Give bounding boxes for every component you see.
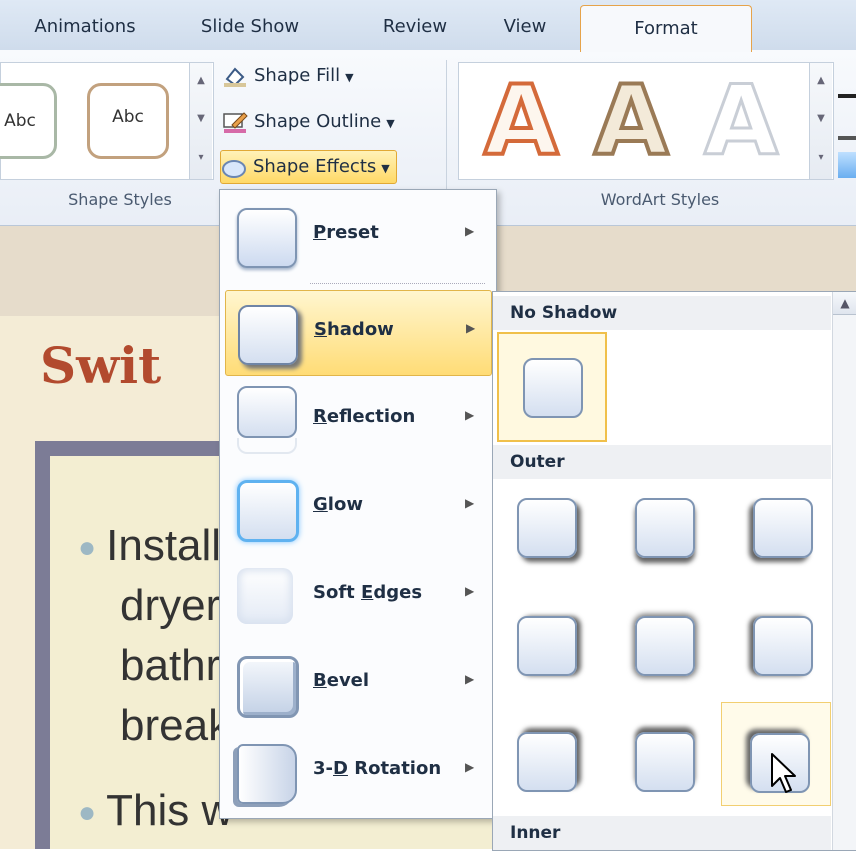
text-effects-icon[interactable] bbox=[838, 152, 856, 178]
ribbon-tab-bar: Animations Slide Show Review View Format bbox=[0, 0, 856, 52]
shape-style-tile-2[interactable]: Abc bbox=[87, 83, 169, 159]
shape-effects-button[interactable]: Shape Effects ▼ bbox=[220, 150, 397, 184]
shadow-preview-icon bbox=[635, 616, 695, 676]
menu-label: 3-D Rotation bbox=[313, 758, 442, 779]
menu-label: Shadow bbox=[314, 319, 394, 340]
3d-rotation-thumb-icon bbox=[237, 744, 297, 804]
shadow-option-outer-1[interactable] bbox=[497, 482, 603, 588]
soft-edges-thumb-icon bbox=[237, 568, 293, 624]
menu-label: Bevel bbox=[313, 670, 370, 691]
menu-label: Soft Edges bbox=[313, 582, 423, 603]
shadow-preview-icon bbox=[753, 498, 813, 558]
shadow-preview-icon bbox=[517, 616, 577, 676]
shadow-option-outer-7[interactable] bbox=[497, 702, 603, 808]
submenu-arrow-icon: ▶ bbox=[465, 760, 475, 774]
scroll-down-icon[interactable]: ▼ bbox=[810, 101, 832, 139]
text-outline-icon[interactable] bbox=[838, 110, 856, 140]
dropdown-arrow-icon: ▼ bbox=[381, 162, 390, 175]
wordart-style-2[interactable]: A bbox=[592, 71, 670, 171]
shape-styles-scroll[interactable]: ▲ ▼ ▾ bbox=[189, 63, 212, 179]
menu-label: Glow bbox=[313, 494, 363, 515]
menu-label: Preset bbox=[313, 222, 379, 243]
reflection-thumb-icon bbox=[237, 386, 297, 438]
menu-item-soft-edges[interactable]: Soft Edges ▶ bbox=[225, 554, 490, 638]
shadow-option-outer-3[interactable] bbox=[725, 482, 831, 588]
submenu-arrow-icon: ▶ bbox=[465, 224, 475, 238]
more-icon[interactable]: ▾ bbox=[190, 140, 212, 178]
shape-style-tile-1[interactable]: Abc bbox=[0, 83, 57, 159]
menu-item-bevel[interactable]: Bevel ▶ bbox=[225, 642, 490, 726]
slide-title[interactable]: Swit bbox=[40, 336, 161, 395]
shadow-preview-icon bbox=[635, 498, 695, 558]
shadow-option-none[interactable] bbox=[497, 332, 607, 442]
menu-item-reflection[interactable]: Reflection ▶ bbox=[225, 378, 490, 462]
shape-fill-button[interactable]: Shape Fill ▼ bbox=[222, 60, 354, 92]
shape-effects-icon bbox=[221, 156, 247, 178]
shadow-gallery-scrollbar[interactable]: ▲ bbox=[832, 292, 856, 850]
wordart-styles-group-label: WordArt Styles bbox=[600, 190, 720, 209]
section-no-shadow: No Shadow bbox=[493, 296, 831, 330]
section-outer: Outer bbox=[493, 445, 831, 479]
bullet-dot-icon: ● bbox=[78, 796, 97, 830]
tab-slide-show[interactable]: Slide Show bbox=[190, 8, 310, 46]
tab-animations[interactable]: Animations bbox=[20, 8, 150, 46]
section-inner: Inner bbox=[493, 816, 831, 850]
dropdown-arrow-icon: ▼ bbox=[345, 71, 354, 84]
tab-format[interactable]: Format bbox=[580, 5, 752, 52]
scroll-up-icon[interactable]: ▲ bbox=[833, 292, 856, 315]
tab-review[interactable]: Review bbox=[365, 8, 465, 46]
shadow-preview-icon bbox=[635, 732, 695, 792]
shadow-preview-icon bbox=[517, 498, 577, 558]
menu-item-glow[interactable]: Glow ▶ bbox=[225, 466, 490, 550]
bullet-dot-icon: ● bbox=[78, 531, 97, 565]
wordart-scroll[interactable]: ▲ ▼ ▾ bbox=[809, 63, 832, 179]
shadow-gallery: No Shadow Outer Inner ▲ bbox=[492, 291, 856, 851]
bullet-1: ● Install bbox=[78, 521, 222, 570]
mouse-pointer-icon bbox=[771, 753, 796, 793]
submenu-arrow-icon: ▶ bbox=[465, 584, 475, 598]
submenu-arrow-icon: ▶ bbox=[465, 672, 475, 686]
menu-item-shadow[interactable]: Shadow ▶ bbox=[225, 290, 492, 376]
shadow-option-outer-4[interactable] bbox=[497, 592, 603, 698]
reflection-mirror bbox=[237, 438, 297, 454]
shadow-option-outer-2[interactable] bbox=[611, 482, 717, 588]
wordart-styles-gallery: A A A ▲ ▼ ▾ bbox=[458, 62, 834, 180]
shape-effects-menu: Preset ▶ Shadow ▶ Reflection ▶ Glow ▶ So… bbox=[219, 189, 497, 819]
scroll-up-icon[interactable]: ▲ bbox=[810, 63, 832, 101]
shadow-option-outer-5[interactable] bbox=[611, 592, 717, 698]
bevel-thumb-icon bbox=[237, 656, 299, 718]
shadow-preview-icon bbox=[753, 616, 813, 676]
shape-styles-gallery: Abc Abc ▲ ▼ ▾ bbox=[0, 62, 214, 180]
shadow-preview-icon bbox=[517, 732, 577, 792]
submenu-arrow-icon: ▶ bbox=[466, 321, 476, 335]
glow-thumb-icon bbox=[237, 480, 299, 542]
menu-item-3d-rotation[interactable]: 3-D Rotation ▶ bbox=[225, 730, 490, 814]
shadow-preview-icon bbox=[523, 358, 583, 418]
shape-outline-button[interactable]: Shape Outline ▼ bbox=[222, 106, 395, 138]
shape-styles-group-label: Shape Styles bbox=[68, 190, 172, 209]
dropdown-arrow-icon: ▼ bbox=[386, 117, 395, 130]
preset-thumb-icon bbox=[237, 208, 297, 268]
text-fill-icon[interactable] bbox=[838, 68, 856, 98]
wordart-style-3[interactable]: A bbox=[702, 72, 779, 171]
bullet-1-line-4: break bbox=[120, 701, 231, 750]
shadow-thumb-icon bbox=[238, 305, 298, 365]
submenu-arrow-icon: ▶ bbox=[465, 408, 475, 422]
scroll-down-icon[interactable]: ▼ bbox=[190, 101, 212, 139]
menu-label: Reflection bbox=[313, 406, 416, 427]
wordart-style-1[interactable]: A bbox=[482, 71, 560, 171]
pencil-icon bbox=[222, 111, 248, 133]
shadow-option-outer-6[interactable] bbox=[725, 592, 831, 698]
scroll-up-icon[interactable]: ▲ bbox=[190, 63, 212, 101]
menu-divider bbox=[310, 283, 485, 284]
shadow-option-outer-8[interactable] bbox=[611, 702, 717, 808]
tab-view[interactable]: View bbox=[490, 8, 560, 46]
paint-bucket-icon bbox=[222, 65, 248, 87]
submenu-arrow-icon: ▶ bbox=[465, 496, 475, 510]
bullet-2: ● This w bbox=[78, 786, 234, 835]
more-icon[interactable]: ▾ bbox=[810, 140, 832, 178]
menu-item-preset[interactable]: Preset ▶ bbox=[225, 194, 490, 278]
